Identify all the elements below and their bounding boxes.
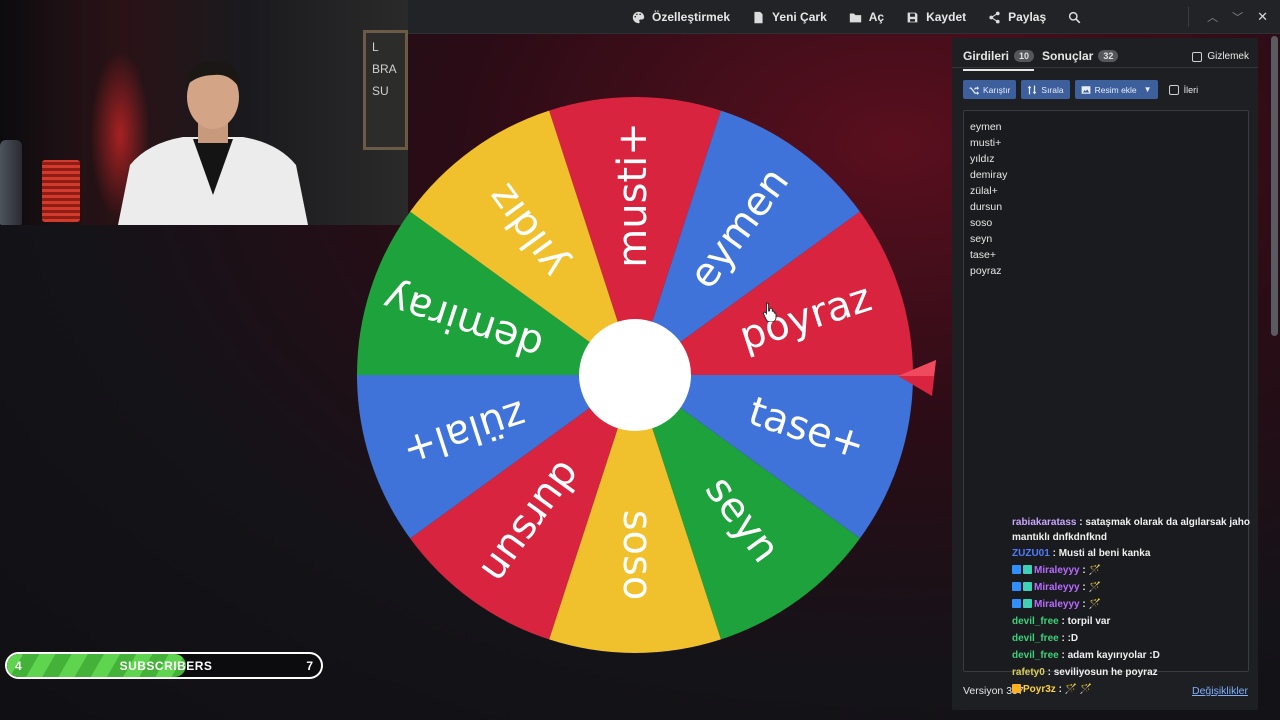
chat-message: Poyr3z : 🪄 🪄 [1012,681,1252,698]
toolbar-divider [1188,7,1190,27]
badge-icon [1012,565,1021,574]
share-icon [989,11,1000,23]
chat-message: devil_free : :D [1012,633,1079,644]
wheel-pointer [898,360,936,396]
file-icon [754,11,763,23]
badge-icon [1012,582,1021,591]
search-button[interactable] [1068,11,1081,24]
close-icon[interactable]: ✕ [1257,9,1268,25]
tab-entries[interactable]: Girdileri 10 [963,49,1035,71]
palette-icon [632,11,645,23]
entries-count-badge: 10 [1014,50,1035,62]
subscriber-label: SUBSCRIBERS [119,659,213,673]
entry-line: poyraz [970,265,1002,277]
entry-line: tase+ [970,249,996,261]
spin-wheel[interactable]: musti+ eymen poyraz tase+ seyn soso dursun züla… [350,90,920,660]
chevron-down-icon[interactable]: ﹀ [1232,9,1243,25]
sort-icon [1028,85,1037,94]
badge-icon [1012,599,1021,608]
chat-message: rafety0 : seviliyosun he poyraz [1012,667,1158,678]
checkbox-icon[interactable] [1168,84,1179,95]
entry-line: musti+ [970,137,1002,149]
chat-message: Miraleyyy : 🪄 [1012,562,1252,579]
chat-message: devil_free : adam kayırıyolar :D [1012,650,1160,661]
shuffle-button[interactable]: Karıştır [963,80,1017,99]
open-button[interactable]: Aç [849,10,884,24]
save-icon [907,12,918,22]
badge-icon [1023,599,1032,608]
panel-tabs: Girdileri 10 Sonuçlar 32 Gizlemek [952,38,1258,71]
entry-line: seyn [970,233,993,245]
wheel-segment-label: musti+ [610,122,656,267]
save-button[interactable]: Kaydet [906,10,966,24]
folder-icon [849,12,861,22]
shuffle-icon [969,85,979,95]
image-icon [1081,85,1090,94]
checkbox-icon[interactable] [1192,51,1203,62]
water-bottle [0,140,22,225]
chat-message: Miraleyyy : 🪄 [1012,596,1252,613]
entry-line: demiray [970,169,1008,181]
stream-chat: rabiakaratass : sataşmak olarak da algıl… [1012,515,1252,698]
hand-cursor-icon [762,302,777,322]
chat-message: Miraleyyy : 🪄 [1012,579,1252,596]
new-wheel-button[interactable]: Yeni Çark [752,10,827,24]
entry-line: zülal+ [970,185,998,197]
badge-icon [1023,582,1032,591]
chat-message: devil_free : torpil var [1012,616,1111,627]
badge-icon [1023,565,1032,574]
customize-button[interactable]: Özelleştirmek [632,10,730,24]
heater [42,160,80,222]
entry-line: soso [970,217,993,229]
chevron-up-icon[interactable]: ︿ [1207,9,1218,25]
caret-down-icon: ▼ [1143,85,1152,94]
sort-button[interactable]: Sırala [1021,80,1070,99]
page-scrollbar[interactable] [1271,36,1278,336]
entry-line: dursun [970,201,1003,213]
wheel-segment-label: soso [614,510,660,601]
webcam-overlay: L BRA SU [0,0,408,225]
chat-message: ZUZU01 : Musti al beni kanka [1012,548,1151,559]
entry-line: yıldız [970,153,995,165]
share-button[interactable]: Paylaş [988,10,1046,24]
top-toolbar: Özelleştirmek Yeni Çark Aç Kaydet Paylaş… [408,0,1280,34]
subscriber-goal: 7 [306,659,313,673]
badge-icon [1012,684,1021,693]
subscriber-goal-bar: 4 SUBSCRIBERS 7 [5,652,323,679]
wheel-hub[interactable] [579,319,691,431]
add-image-button[interactable]: Resim ekle ▼ [1074,80,1158,99]
results-count-badge: 32 [1098,50,1119,62]
advanced-checkbox[interactable]: İleri [1168,84,1198,95]
entry-line: eymen [970,121,1002,133]
streamer [118,60,308,225]
search-icon [1069,11,1081,23]
hide-checkbox[interactable]: Gizlemek [1192,51,1249,62]
chat-message: rabiakaratass : sataşmak olarak da algıl… [1012,517,1250,543]
tab-results[interactable]: Sonuçlar 32 [1042,49,1119,63]
